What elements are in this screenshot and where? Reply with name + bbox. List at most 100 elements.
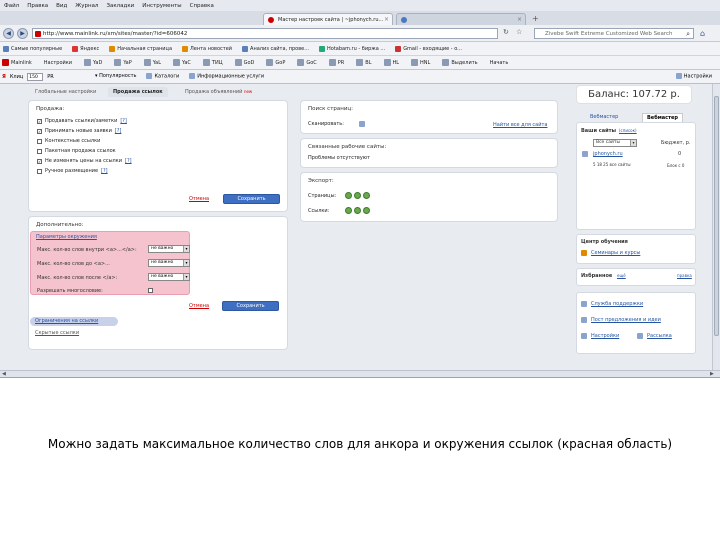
- toolbar-goc[interactable]: GoC: [297, 59, 317, 66]
- scroll-thumb[interactable]: [714, 96, 719, 336]
- toolbar-pr[interactable]: PR: [328, 59, 344, 66]
- menu-view[interactable]: Вид: [56, 3, 67, 9]
- bookmark-item[interactable]: Яндекс: [72, 45, 99, 52]
- words-inside-select[interactable]: не важно ▾: [148, 245, 190, 253]
- new-tab-icon[interactable]: +: [532, 14, 539, 23]
- menu-tools[interactable]: Инструменты: [142, 3, 181, 9]
- bookmark-item[interactable]: Начальная страница: [109, 45, 172, 52]
- tab-link-sales[interactable]: Продажа ссылок: [108, 87, 168, 97]
- ideas-link[interactable]: Пост предложения и идеи: [591, 317, 661, 323]
- toolbar-bl[interactable]: BL: [356, 59, 372, 66]
- yandex-settings-button[interactable]: Настройки: [675, 73, 712, 80]
- bookmark-item[interactable]: Самые популярные: [3, 45, 62, 52]
- option-batch-sale[interactable]: Пакетная продажа ссылок: [37, 147, 116, 155]
- cancel-link[interactable]: Отмена: [189, 196, 209, 202]
- toolbar-yac[interactable]: YaC: [172, 59, 191, 66]
- scan-icon[interactable]: [359, 121, 365, 127]
- words-before-select[interactable]: не важно ▾: [148, 259, 190, 267]
- info-services-button[interactable]: Информационные услуги: [189, 73, 264, 80]
- checkbox[interactable]: [37, 138, 42, 144]
- toolbar-mainlink[interactable]: Mainlink: [2, 59, 32, 66]
- export-icon[interactable]: [363, 207, 370, 214]
- star-icon[interactable]: ☆: [516, 28, 522, 36]
- checkbox[interactable]: [37, 168, 42, 174]
- popularity-button[interactable]: ▾ Популярность: [95, 73, 136, 79]
- menu-help[interactable]: Справка: [190, 3, 214, 9]
- export-icon[interactable]: [354, 192, 361, 199]
- favorites-more-link[interactable]: ещё: [617, 273, 626, 278]
- help-link[interactable]: [?]: [125, 158, 132, 164]
- menu-history[interactable]: Журнал: [75, 3, 98, 9]
- save-button[interactable]: Сохранить: [222, 301, 279, 311]
- option-accept-requests[interactable]: ✓ Принимать новые заявки [?]: [37, 127, 121, 135]
- toolbar-yap[interactable]: YaP: [114, 59, 132, 66]
- all-sites-select[interactable]: Все сайты ▾: [593, 139, 637, 147]
- scroll-right-icon[interactable]: ▶: [710, 371, 714, 377]
- tab-second[interactable]: ×: [396, 13, 526, 25]
- menu-file[interactable]: Файл: [4, 3, 19, 9]
- search-input[interactable]: Zivebe Swift Extreme Customized Web Sear…: [534, 28, 694, 39]
- bookmark-item[interactable]: Анализ сайта, прове...: [242, 45, 309, 52]
- tic-value[interactable]: 150: [27, 73, 44, 81]
- help-link[interactable]: [?]: [120, 118, 127, 124]
- forward-icon[interactable]: ▶: [17, 28, 28, 39]
- seminars-link[interactable]: Семинары и курсы: [591, 250, 640, 256]
- restrictions-link[interactable]: Ограничения на ссылки: [30, 317, 118, 326]
- toolbar-start[interactable]: Начать: [490, 60, 509, 66]
- option-fixed-prices[interactable]: ✓ Не изменять цены на ссылки [?]: [37, 157, 132, 165]
- close-tab-icon[interactable]: ×: [517, 16, 522, 23]
- save-button[interactable]: Сохранить: [223, 194, 280, 204]
- toolbar-hl[interactable]: HL: [383, 59, 399, 66]
- search-icon[interactable]: ⌕: [686, 29, 690, 38]
- toolbar-yal[interactable]: YaL: [143, 59, 161, 66]
- home-icon[interactable]: ⌂: [700, 29, 710, 38]
- help-link[interactable]: [?]: [115, 128, 122, 134]
- menu-edit[interactable]: Правка: [27, 3, 48, 9]
- params-link[interactable]: Параметры окружения: [36, 234, 97, 240]
- checkbox[interactable]: [37, 148, 42, 154]
- words-after-select[interactable]: не важно ▾: [148, 273, 190, 281]
- horizontal-scrollbar[interactable]: ◀ ▶: [0, 370, 720, 377]
- tab-site-wizard[interactable]: Мастер настроек сайта | ~jphonych.ru... …: [263, 13, 393, 25]
- bookmark-item[interactable]: Лента новостей: [182, 45, 232, 52]
- tab-global-settings[interactable]: Глобальные настройки: [30, 87, 101, 97]
- toolbar-tic[interactable]: ТИЦ: [202, 59, 223, 66]
- tab-webmaster[interactable]: Вебмастер: [586, 113, 622, 122]
- reload-icon[interactable]: ↻: [503, 28, 509, 36]
- sites-list-link[interactable]: (список): [619, 128, 637, 133]
- close-tab-icon[interactable]: ×: [384, 16, 389, 23]
- checkbox[interactable]: ✓: [37, 158, 42, 164]
- mailing-link[interactable]: Рассылка: [647, 333, 672, 339]
- export-icon[interactable]: [345, 192, 352, 199]
- bookmark-item[interactable]: Hotabam.ru - биржа ...: [319, 45, 385, 52]
- support-link[interactable]: Служба поддержки: [591, 301, 643, 307]
- address-bar[interactable]: http://www.mainlink.ru/xm/sites/master/?…: [32, 28, 498, 39]
- find-all-link[interactable]: Найти все для сайта: [493, 122, 547, 128]
- tab-webmaster-active[interactable]: Вебмастер: [642, 113, 683, 122]
- option-context-links[interactable]: Контекстные ссылки: [37, 137, 100, 145]
- back-icon[interactable]: ◀: [3, 28, 14, 39]
- checkbox[interactable]: ✓: [37, 118, 42, 124]
- checkbox[interactable]: ✓: [37, 128, 42, 134]
- tab-ad-sales[interactable]: Продажа объявлений new: [180, 87, 257, 97]
- favorites-edit-link[interactable]: правка: [677, 273, 692, 278]
- toolbar-highlight[interactable]: Выделить: [442, 59, 478, 66]
- multiword-checkbox[interactable]: [148, 288, 153, 293]
- option-manual-placement[interactable]: Ручное размещение [?]: [37, 167, 108, 175]
- vertical-scrollbar[interactable]: [712, 84, 720, 370]
- toolbar-god[interactable]: GoD: [234, 59, 254, 66]
- toolbar-settings[interactable]: Настройки: [44, 60, 72, 66]
- export-icon[interactable]: [363, 192, 370, 199]
- toolbar-gop[interactable]: GoP: [266, 59, 285, 66]
- option-sell-links[interactable]: ✓ Продавать ссылки/заметки [?]: [37, 117, 127, 125]
- menu-bookmarks[interactable]: Закладки: [106, 3, 134, 9]
- toolbar-yad[interactable]: YaD: [84, 59, 102, 66]
- site-link[interactable]: jphonych.ru: [593, 151, 623, 157]
- cancel-link[interactable]: Отмена: [189, 303, 209, 309]
- bookmark-item[interactable]: Gmail - входящие - o...: [395, 45, 462, 52]
- catalogs-button[interactable]: Каталоги: [146, 73, 179, 80]
- scroll-left-icon[interactable]: ◀: [2, 371, 6, 377]
- settings-link[interactable]: Настройки: [591, 333, 619, 339]
- help-link[interactable]: [?]: [101, 168, 108, 174]
- export-icon[interactable]: [354, 207, 361, 214]
